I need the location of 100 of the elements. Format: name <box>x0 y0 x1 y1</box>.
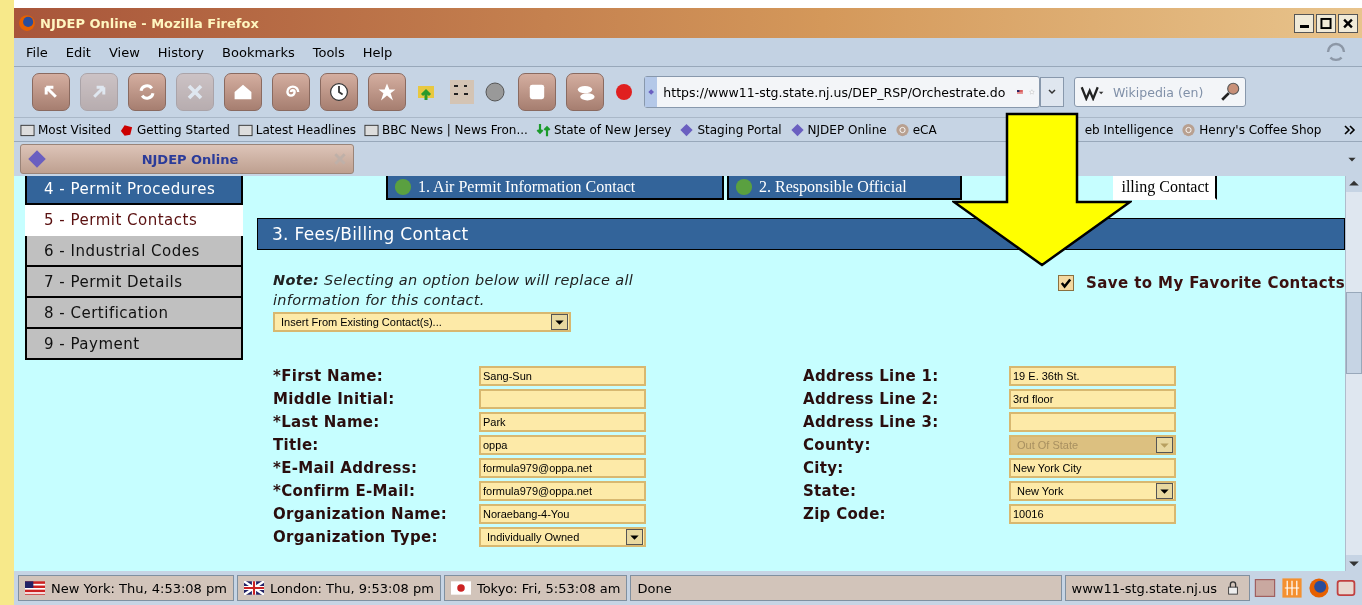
folder-icon <box>20 122 35 137</box>
input-field[interactable]: New York City <box>1009 458 1176 478</box>
clock-panel: Tokyo: Fri, 5:53:08 am <box>443 575 628 601</box>
diamond-icon <box>679 122 695 137</box>
input-field[interactable] <box>1009 412 1176 432</box>
input-field[interactable]: formula979@oppa.net <box>479 481 646 501</box>
scrollbar-thumb[interactable] <box>1346 292 1362 374</box>
field-label: *Confirm E-Mail: <box>273 481 417 501</box>
input-field[interactable]: Noraebang-4-You <box>479 504 646 524</box>
menu-item[interactable]: Tools <box>312 44 345 60</box>
toolbar-button[interactable] <box>224 73 262 111</box>
field-label: Organization Name: <box>273 504 449 524</box>
globe-icon[interactable] <box>1307 576 1331 600</box>
menu-item[interactable]: Edit <box>65 44 91 60</box>
bookmark[interactable]: Staging Portal <box>679 122 782 137</box>
record-icon[interactable] <box>614 82 634 102</box>
field-label: Address Line 3: <box>803 412 940 432</box>
field-label: Organization Type: <box>273 527 439 547</box>
menu-item[interactable]: File <box>26 44 48 60</box>
bookmark[interactable]: NJDEP Online <box>789 122 887 137</box>
checkbox[interactable] <box>1058 275 1075 291</box>
toolbar-button[interactable] <box>32 73 70 111</box>
bookmark[interactable]: Latest Headlines <box>237 122 356 137</box>
folder-icon <box>237 122 253 137</box>
sidebar-item[interactable]: 9 - Payment <box>25 329 243 360</box>
toolbar-button[interactable] <box>518 73 556 111</box>
field-label: Middle Initial: <box>273 389 396 409</box>
input-field[interactable] <box>479 389 646 409</box>
field-label: County: <box>803 435 872 455</box>
sidebar-item[interactable]: 6 - Industrial Codes <box>25 236 243 267</box>
more-bookmarks-icon[interactable] <box>1344 124 1356 135</box>
bookmark[interactable]: Henry's Coffee Shop <box>1181 122 1322 137</box>
close-icon <box>1341 16 1355 30</box>
spiral-icon <box>894 122 910 137</box>
bookmark[interactable]: eCA <box>894 122 937 137</box>
close-button[interactable] <box>1338 13 1358 33</box>
check-circle-icon <box>735 178 753 196</box>
bookmark[interactable]: Most Visited <box>20 122 112 137</box>
field-label: *First Name: <box>273 366 385 386</box>
address-bar[interactable]: https://www11-stg.state.nj.us/DEP_RSP/Orchestrate.do <box>644 76 1040 108</box>
menu-item[interactable]: Bookmarks <box>222 44 295 60</box>
domain-panel: www11-stg.state.nj.us <box>1064 575 1250 601</box>
input-field[interactable]: 19 E. 36th St. <box>1009 366 1176 386</box>
input-field[interactable]: 10016 <box>1009 504 1176 524</box>
select-field[interactable]: Individually Owned <box>479 527 646 547</box>
input-field[interactable]: Park <box>479 412 646 432</box>
sidebar-item[interactable]: 5 - Permit Contacts <box>25 205 243 236</box>
check-circle-icon <box>394 178 412 196</box>
status-text: Done <box>630 575 1062 601</box>
bookmark[interactable]: Getting Started <box>119 122 230 137</box>
engine-icon[interactable] <box>1079 85 1105 101</box>
note-text: Note: Selecting an option below will replace all information for this contact. <box>273 271 635 310</box>
dropdown-button[interactable] <box>1040 77 1064 107</box>
circle-icon[interactable] <box>484 80 508 104</box>
field-label: *E-Mail Address: <box>273 458 419 478</box>
clock-panel: New York: Thu, 4:53:08 pm <box>18 575 234 601</box>
toolbar-button[interactable] <box>566 73 604 111</box>
input-field[interactable]: Sang-Sun <box>479 366 646 386</box>
input-field[interactable]: formula979@oppa.net <box>479 458 646 478</box>
flag-icon <box>243 581 264 595</box>
field-label: Zip Code: <box>803 504 887 524</box>
minimize-icon <box>1299 24 1309 28</box>
insert-contact-dropdown[interactable]: Insert From Existing Contact(s)... <box>273 312 571 332</box>
scroll-up-button[interactable] <box>1346 176 1362 192</box>
toolbar-button[interactable] <box>272 73 310 111</box>
sidebar-item[interactable]: 4 - Permit Procedures <box>25 176 243 205</box>
menu-item[interactable]: History <box>157 44 205 60</box>
form-tab[interactable]: 1. Air Permit Information Contact <box>386 176 724 200</box>
input-field[interactable]: oppa <box>479 435 646 455</box>
toolbar-button[interactable] <box>128 73 166 111</box>
input-field[interactable]: 3rd floor <box>1009 389 1176 409</box>
sidebar-item[interactable]: 8 - Certification <box>25 298 243 329</box>
flag-icon <box>25 581 45 595</box>
flag-icon <box>450 581 471 595</box>
form-tab[interactable]: 2. Responsible Official <box>727 176 962 200</box>
diamond-icon <box>789 122 805 137</box>
scroll-down-button[interactable] <box>1346 555 1362 571</box>
search-field[interactable]: Wikipedia (en) <box>1074 77 1246 107</box>
window-icon[interactable] <box>1253 576 1277 600</box>
diamond-icon <box>27 149 47 169</box>
maximize-button[interactable] <box>1316 13 1336 33</box>
sidebar-item[interactable]: 7 - Permit Details <box>25 267 243 298</box>
browser-tab[interactable]: NJDEP Online <box>20 144 354 174</box>
folder-icon <box>364 122 379 137</box>
clock-panel: London: Thu, 9:53:08 pm <box>236 575 441 601</box>
bookmark[interactable]: State of New Jersey <box>535 122 672 137</box>
search-icon[interactable] <box>1220 81 1242 103</box>
bookmark[interactable]: eb Intelligence <box>1084 122 1174 137</box>
maximize-icon <box>1319 16 1333 30</box>
arrows-icon <box>535 122 551 137</box>
field-label: City: <box>803 458 845 478</box>
select-field[interactable]: New York <box>1009 481 1176 501</box>
toolbar-button[interactable] <box>368 73 406 111</box>
menu-item[interactable]: View <box>108 44 140 60</box>
bookmark[interactable]: BBC News | News Fron... <box>364 122 528 137</box>
menu-item[interactable]: Help <box>362 44 393 60</box>
section-header: 3. Fees/Billing Contact <box>257 218 1345 250</box>
form-tab[interactable]: illing Contact <box>1113 176 1217 200</box>
minimize-button[interactable] <box>1294 13 1314 33</box>
toolbar-button[interactable] <box>320 73 358 111</box>
